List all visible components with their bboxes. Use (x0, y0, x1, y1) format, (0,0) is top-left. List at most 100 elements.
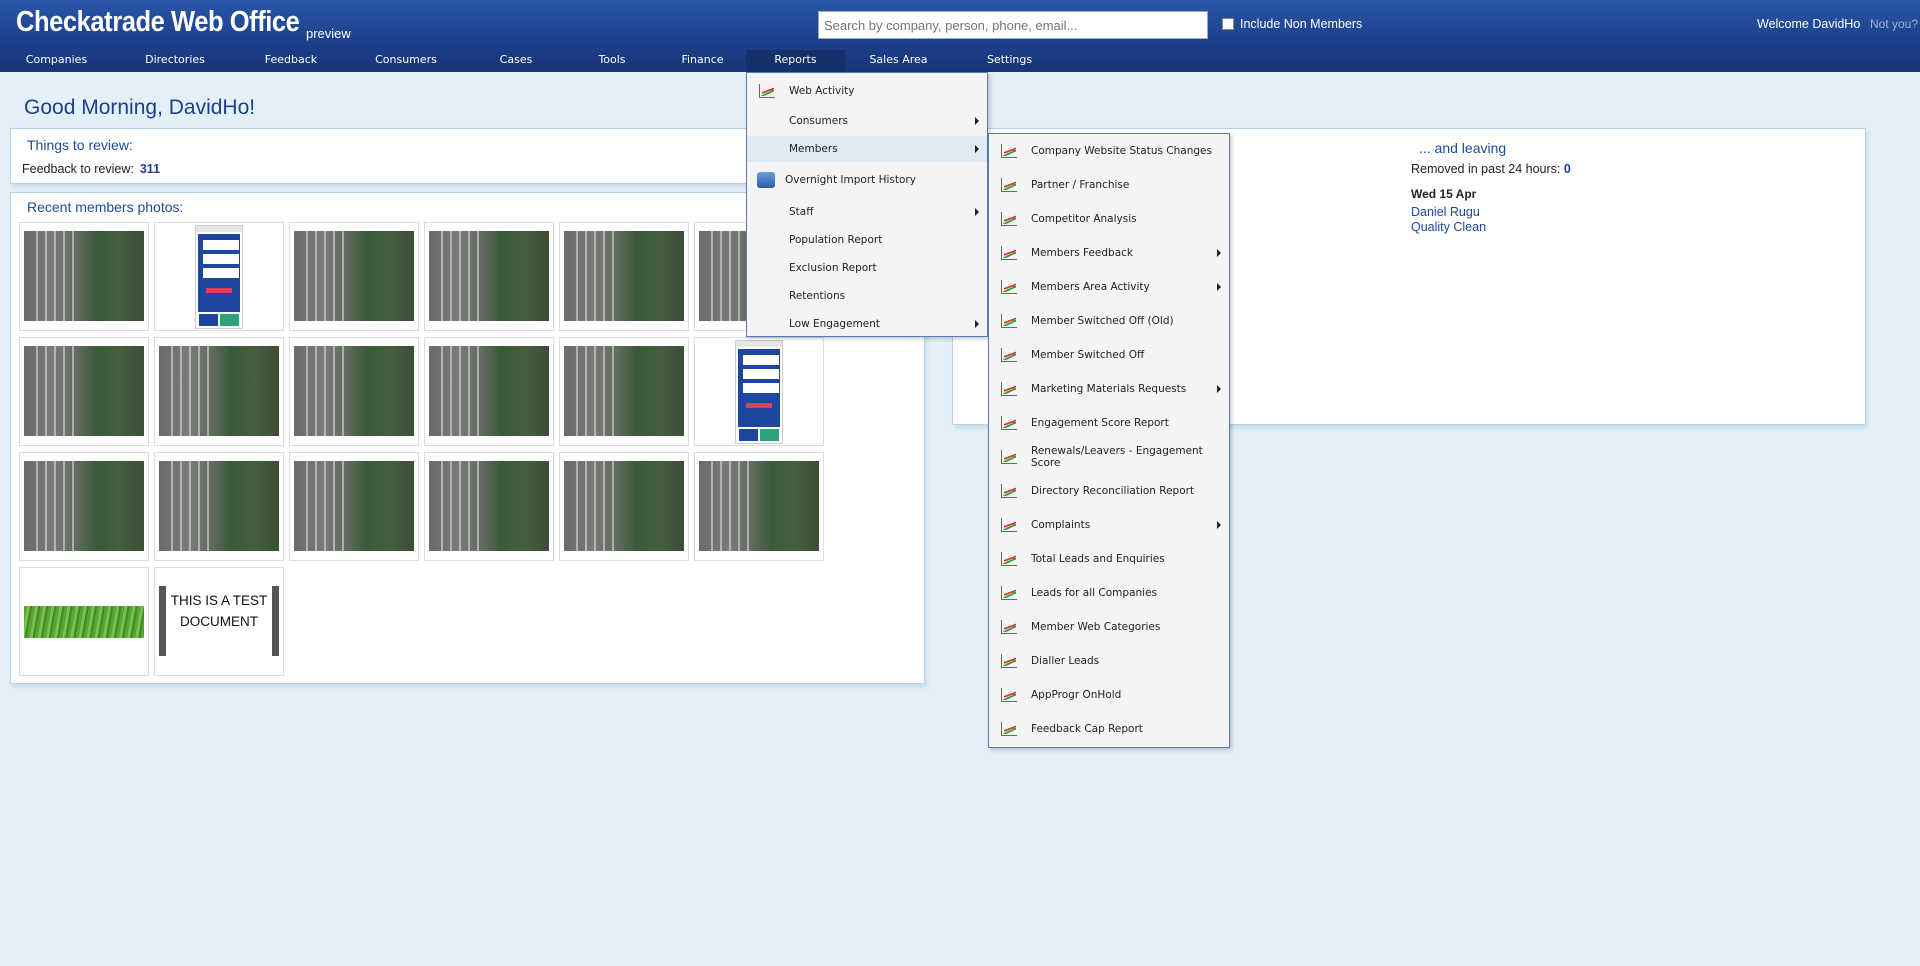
photo-thumbnail[interactable] (694, 452, 824, 561)
photo-thumbnail[interactable] (424, 452, 554, 561)
menu-item-member-switched-off[interactable]: Member Switched Off (989, 342, 1229, 368)
menu-item-partner-franchise[interactable]: Partner / Franchise (989, 172, 1229, 198)
menu-item-renewals-leavers-engagement-score[interactable]: Renewals/Leavers - Engagement Score (989, 444, 1229, 470)
menu-item-low-engagement[interactable]: Low Engagement (747, 311, 987, 337)
photo-thumbnail[interactable] (559, 337, 689, 446)
brand-title[interactable]: Checkatrade Web Office (16, 6, 300, 39)
menu-item-label: Member Web Categories (1031, 621, 1161, 633)
feedback-to-review: Feedback to review: 311 (22, 162, 160, 176)
submenu-arrow-icon (975, 320, 979, 328)
chart-icon (1001, 484, 1017, 498)
leaving-date: Wed 15 Apr (1411, 187, 1477, 201)
photo-thumbnail[interactable] (154, 452, 284, 561)
menu-item-member-switched-off-old[interactable]: Member Switched Off (Old) (989, 308, 1229, 334)
photo-thumbnail[interactable] (424, 222, 554, 331)
include-non-members-toggle[interactable]: Include Non Members (1222, 17, 1362, 31)
reports-dropdown-menu: Web Activity Consumers Members Overnight… (746, 72, 988, 337)
include-non-members-label: Include Non Members (1240, 17, 1363, 31)
welcome-text: Welcome DavidHo (1757, 17, 1861, 31)
nav-sales-area[interactable]: Sales Area (845, 50, 952, 72)
menu-item-complaints[interactable]: Complaints (989, 512, 1229, 538)
menu-item-population-report[interactable]: Population Report (747, 227, 987, 253)
menu-item-staff[interactable]: Staff (747, 199, 987, 225)
photo-thumbnail[interactable]: THIS IS A TEST DOCUMENT (154, 567, 284, 676)
photo-thumbnail[interactable] (19, 337, 149, 446)
nav-finance[interactable]: Finance (659, 50, 746, 72)
menu-item-label: Competitor Analysis (1031, 213, 1137, 225)
menu-item-web-activity[interactable]: Web Activity (747, 78, 987, 104)
leaving-company-link[interactable]: Daniel Rugu (1411, 205, 1480, 219)
chart-icon (1001, 518, 1017, 532)
brand-subtitle: preview (306, 26, 351, 41)
nav-settings[interactable]: Settings (952, 50, 1067, 72)
menu-item-label: Engagement Score Report (1031, 417, 1169, 429)
photo-thumbnail[interactable] (154, 337, 284, 446)
menu-item-dialler-leads[interactable]: Dialler Leads (989, 648, 1229, 674)
menu-item-members-feedback[interactable]: Members Feedback (989, 240, 1229, 266)
leaving-company-link[interactable]: Quality Clean (1411, 220, 1486, 234)
menu-item-company-website-status-changes[interactable]: Company Website Status Changes (989, 138, 1229, 164)
feedback-to-review-count[interactable]: 311 (140, 162, 160, 176)
menu-item-directory-reconciliation-report[interactable]: Directory Reconciliation Report (989, 478, 1229, 504)
menu-item-label: Staff (789, 206, 814, 218)
photo-thumbnail[interactable] (289, 222, 419, 331)
submenu-arrow-icon (975, 117, 979, 125)
database-icon (757, 172, 775, 188)
nav-directories[interactable]: Directories (113, 50, 237, 72)
menu-item-label: Member Switched Off (Old) (1031, 315, 1174, 327)
menu-item-consumers[interactable]: Consumers (747, 108, 987, 134)
menu-item-overnight-import-history[interactable]: Overnight Import History (747, 167, 987, 193)
nav-feedback[interactable]: Feedback (237, 50, 345, 72)
menu-item-members-area-activity[interactable]: Members Area Activity (989, 274, 1229, 300)
nav-reports[interactable]: Reports (746, 50, 845, 72)
menu-item-label: AppProgr OnHold (1031, 689, 1122, 701)
menu-item-member-web-categories[interactable]: Member Web Categories (989, 614, 1229, 640)
photo-thumbnail[interactable] (559, 452, 689, 561)
menu-item-appprogr-onhold[interactable]: AppProgr OnHold (989, 682, 1229, 708)
not-you-link[interactable]: Not you? (1870, 17, 1918, 31)
photo-thumbnail[interactable] (19, 567, 149, 676)
chart-icon (1001, 552, 1017, 566)
photo-thumbnail[interactable] (289, 337, 419, 446)
chart-icon (1001, 178, 1017, 192)
search-input[interactable] (818, 11, 1208, 39)
nav-consumers[interactable]: Consumers (345, 50, 467, 72)
menu-item-label: Member Switched Off (1031, 349, 1145, 361)
chart-icon (1001, 654, 1017, 668)
menu-item-label: Company Website Status Changes (1031, 145, 1212, 157)
photo-thumbnail[interactable] (289, 452, 419, 561)
photo-thumbnail[interactable] (154, 222, 284, 331)
menu-item-label: Feedback Cap Report (1031, 723, 1143, 735)
photo-image (564, 231, 684, 321)
chart-icon (1001, 144, 1017, 158)
menu-item-feedback-cap-report[interactable]: Feedback Cap Report (989, 716, 1229, 742)
photo-thumbnail[interactable] (19, 222, 149, 331)
photo-thumbnail[interactable] (694, 337, 824, 446)
menu-item-marketing-materials-requests[interactable]: Marketing Materials Requests (989, 376, 1229, 402)
menu-item-engagement-score-report[interactable]: Engagement Score Report (989, 410, 1229, 436)
things-title: Things to review: (27, 137, 133, 153)
menu-item-retentions[interactable]: Retentions (747, 283, 987, 309)
photo-thumbnail[interactable] (424, 337, 554, 446)
nav-companies[interactable]: Companies (0, 50, 113, 72)
nav-cases[interactable]: Cases (467, 50, 565, 72)
submenu-arrow-icon (1217, 249, 1221, 257)
photo-thumbnail[interactable] (559, 222, 689, 331)
chart-icon (759, 84, 775, 98)
menu-item-label: Exclusion Report (789, 262, 877, 274)
menu-item-exclusion-report[interactable]: Exclusion Report (747, 255, 987, 281)
chart-icon (1001, 348, 1017, 362)
menu-item-members[interactable]: Members (747, 136, 987, 162)
submenu-arrow-icon (1217, 521, 1221, 529)
photo-image (294, 461, 414, 551)
menu-item-label: Population Report (789, 234, 883, 246)
include-non-members-checkbox[interactable] (1222, 18, 1234, 30)
recent-photos-title: Recent members photos: (27, 199, 184, 215)
photo-image (429, 231, 549, 321)
menu-item-competitor-analysis[interactable]: Competitor Analysis (989, 206, 1229, 232)
nav-tools[interactable]: Tools (565, 50, 659, 72)
menu-item-label: Leads for all Companies (1031, 587, 1157, 599)
menu-item-leads-for-all-companies[interactable]: Leads for all Companies (989, 580, 1229, 606)
menu-item-total-leads-and-enquiries[interactable]: Total Leads and Enquiries (989, 546, 1229, 572)
photo-thumbnail[interactable] (19, 452, 149, 561)
